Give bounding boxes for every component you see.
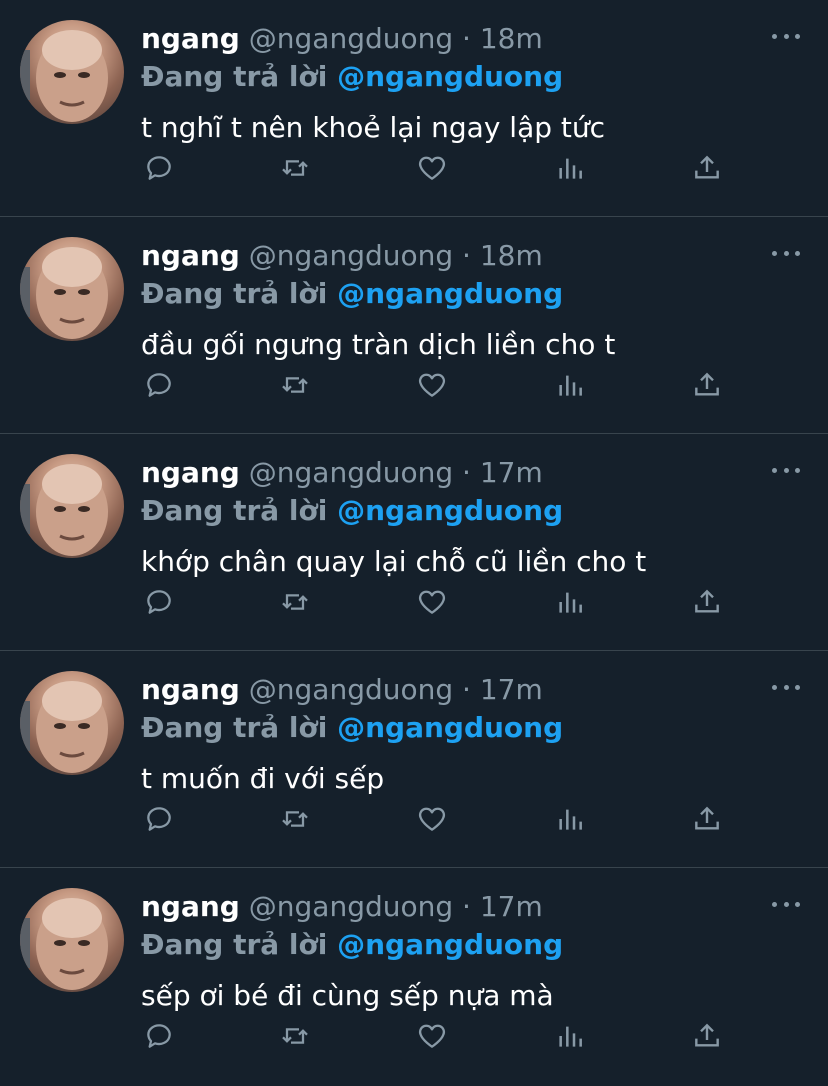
avatar[interactable] — [20, 888, 124, 992]
more-icon[interactable] — [772, 892, 800, 916]
tweet-actions — [141, 150, 741, 186]
replying-to: Đang trả lời @ngangduong — [141, 492, 563, 530]
timestamp[interactable]: 17m — [480, 890, 543, 923]
mention-link[interactable]: @ngangduong — [337, 277, 563, 310]
display-name[interactable]: ngang — [141, 890, 240, 923]
user-handle[interactable]: @ngangduong — [249, 890, 453, 923]
separator-dot: · — [462, 456, 471, 489]
heart-icon[interactable] — [414, 367, 450, 403]
mention-link[interactable]: @ngangduong — [337, 711, 563, 744]
more-icon[interactable] — [772, 241, 800, 265]
heart-icon[interactable] — [414, 801, 450, 837]
tweet-header: ngang @ngangduong · 17m — [141, 888, 543, 926]
tweet-text: t muốn đi với sếp — [141, 762, 385, 795]
reply-icon[interactable] — [141, 584, 177, 620]
reply-icon[interactable] — [141, 367, 177, 403]
tweet-header: ngang @ngangduong · 18m — [141, 237, 543, 275]
share-icon[interactable] — [689, 801, 725, 837]
tweet-actions — [141, 584, 741, 620]
more-icon[interactable] — [772, 24, 800, 48]
tweet-text: sếp ơi bé đi cùng sếp nựa mà — [141, 979, 554, 1012]
user-handle[interactable]: @ngangduong — [249, 239, 453, 272]
replying-to-label: Đang trả lời — [141, 494, 328, 527]
reply-icon[interactable] — [141, 150, 177, 186]
display-name[interactable]: ngang — [141, 22, 240, 55]
tweet[interactable]: ngang @ngangduong · 17m Đang trả lời @ng… — [0, 868, 828, 1085]
stats-icon[interactable] — [552, 1018, 588, 1054]
tweet-actions — [141, 1018, 741, 1054]
timeline: ngang @ngangduong · 18m Đang trả lời @ng… — [0, 0, 828, 1085]
replying-to: Đang trả lời @ngangduong — [141, 926, 563, 964]
tweet[interactable]: ngang @ngangduong · 18m Đang trả lời @ng… — [0, 0, 828, 217]
mention-link[interactable]: @ngangduong — [337, 494, 563, 527]
separator-dot: · — [462, 890, 471, 923]
tweet-text: khớp chân quay lại chỗ cũ liền cho t — [141, 545, 647, 578]
user-handle[interactable]: @ngangduong — [249, 673, 453, 706]
share-icon[interactable] — [689, 367, 725, 403]
replying-to-label: Đang trả lời — [141, 277, 328, 310]
reply-icon[interactable] — [141, 801, 177, 837]
tweet[interactable]: ngang @ngangduong · 17m Đang trả lời @ng… — [0, 434, 828, 651]
tweet-header: ngang @ngangduong · 17m — [141, 454, 543, 492]
separator-dot: · — [462, 239, 471, 272]
tweet-actions — [141, 367, 741, 403]
tweet-header: ngang @ngangduong · 18m — [141, 20, 543, 58]
timestamp[interactable]: 18m — [480, 239, 543, 272]
stats-icon[interactable] — [552, 584, 588, 620]
replying-to-label: Đang trả lời — [141, 928, 328, 961]
user-handle[interactable]: @ngangduong — [249, 22, 453, 55]
replying-to: Đang trả lời @ngangduong — [141, 275, 563, 313]
retweet-icon[interactable] — [277, 1018, 313, 1054]
replying-to-label: Đang trả lời — [141, 711, 328, 744]
retweet-icon[interactable] — [277, 367, 313, 403]
avatar[interactable] — [20, 237, 124, 341]
separator-dot: · — [462, 673, 471, 706]
separator-dot: · — [462, 22, 471, 55]
stats-icon[interactable] — [552, 150, 588, 186]
stats-icon[interactable] — [552, 801, 588, 837]
mention-link[interactable]: @ngangduong — [337, 60, 563, 93]
share-icon[interactable] — [689, 1018, 725, 1054]
tweet-header: ngang @ngangduong · 17m — [141, 671, 543, 709]
tweet-actions — [141, 801, 741, 837]
heart-icon[interactable] — [414, 1018, 450, 1054]
share-icon[interactable] — [689, 150, 725, 186]
reply-icon[interactable] — [141, 1018, 177, 1054]
timestamp[interactable]: 18m — [480, 22, 543, 55]
replying-to-label: Đang trả lời — [141, 60, 328, 93]
display-name[interactable]: ngang — [141, 456, 240, 489]
avatar[interactable] — [20, 671, 124, 775]
display-name[interactable]: ngang — [141, 673, 240, 706]
tweet[interactable]: ngang @ngangduong · 17m Đang trả lời @ng… — [0, 651, 828, 868]
display-name[interactable]: ngang — [141, 239, 240, 272]
mention-link[interactable]: @ngangduong — [337, 928, 563, 961]
avatar[interactable] — [20, 454, 124, 558]
replying-to: Đang trả lời @ngangduong — [141, 58, 563, 96]
heart-icon[interactable] — [414, 584, 450, 620]
share-icon[interactable] — [689, 584, 725, 620]
more-icon[interactable] — [772, 675, 800, 699]
retweet-icon[interactable] — [277, 150, 313, 186]
avatar[interactable] — [20, 20, 124, 124]
retweet-icon[interactable] — [277, 584, 313, 620]
tweet-text: t nghĩ t nên khoẻ lại ngay lập tức — [141, 111, 606, 144]
user-handle[interactable]: @ngangduong — [249, 456, 453, 489]
heart-icon[interactable] — [414, 150, 450, 186]
retweet-icon[interactable] — [277, 801, 313, 837]
tweet-text: đầu gối ngưng tràn dịch liền cho t — [141, 328, 616, 361]
tweet[interactable]: ngang @ngangduong · 18m Đang trả lời @ng… — [0, 217, 828, 434]
stats-icon[interactable] — [552, 367, 588, 403]
replying-to: Đang trả lời @ngangduong — [141, 709, 563, 747]
timestamp[interactable]: 17m — [480, 456, 543, 489]
timestamp[interactable]: 17m — [480, 673, 543, 706]
more-icon[interactable] — [772, 458, 800, 482]
